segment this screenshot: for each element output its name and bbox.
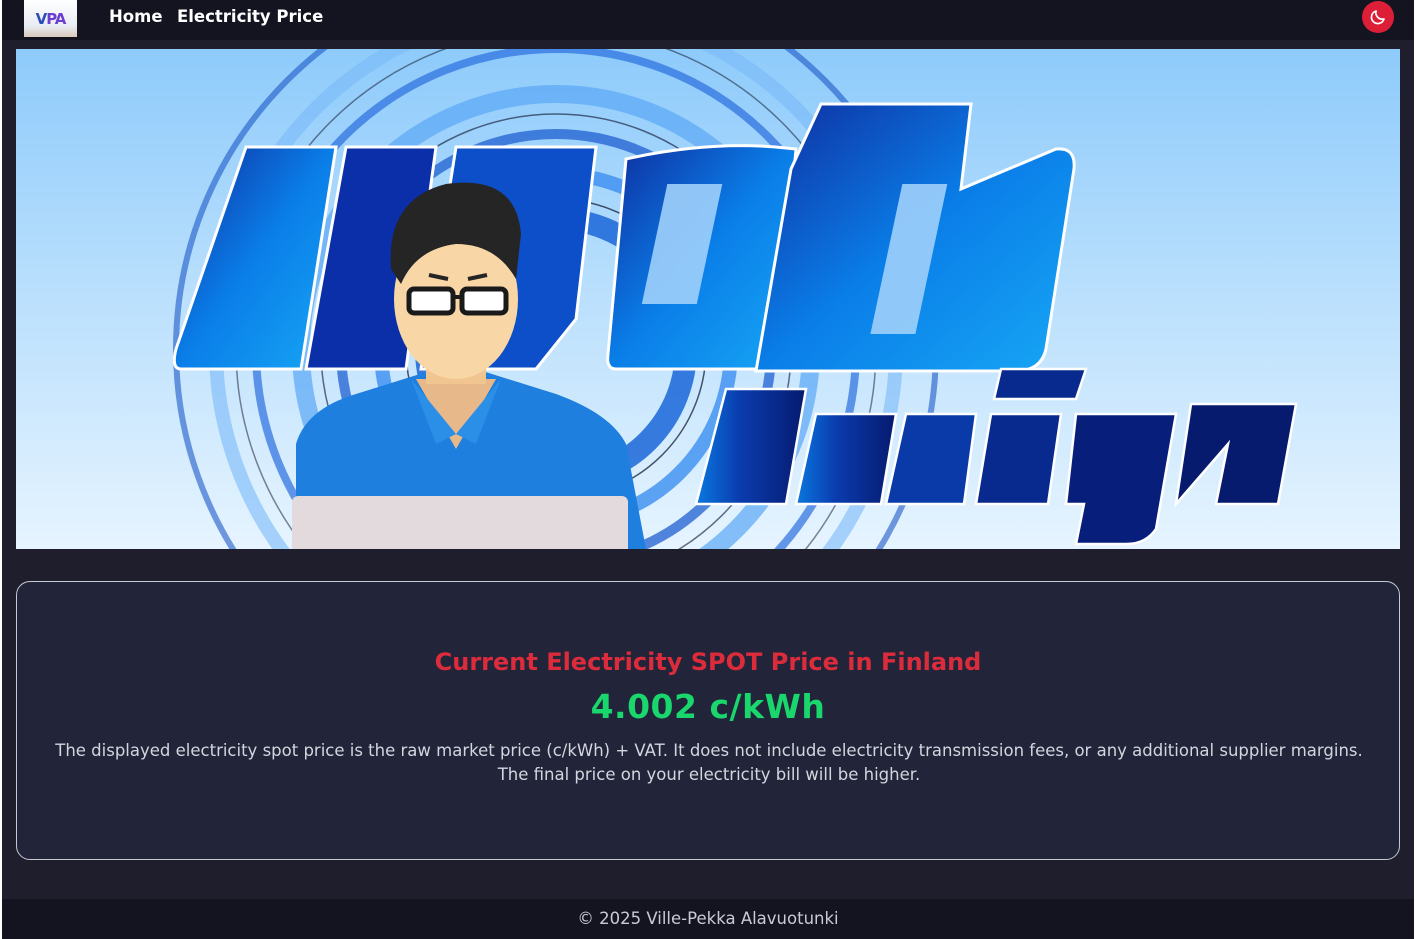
- web-design-illustration: [16, 49, 1400, 549]
- nav-electricity-price-link[interactable]: Electricity Price: [177, 7, 323, 27]
- footer-copyright: © 2025 Ville-Pekka Alavuotunki: [577, 909, 839, 928]
- logo-text: VPA: [35, 9, 67, 28]
- site-logo[interactable]: VPA: [24, 0, 77, 37]
- price-disclaimer: The displayed electricity spot price is …: [55, 741, 1363, 784]
- hero-banner-image: [16, 49, 1400, 549]
- footer: © 2025 Ville-Pekka Alavuotunki: [2, 899, 1414, 939]
- electricity-price-card: Current Electricity SPOT Price in Finlan…: [16, 581, 1400, 860]
- navbar: VPA Home Electricity Price: [2, 0, 1414, 40]
- spot-price-value: 4.002 c/kWh: [590, 687, 826, 726]
- theme-toggle-button[interactable]: [1362, 1, 1394, 33]
- price-card-title: Current Electricity SPOT Price in Finlan…: [434, 648, 982, 676]
- page-frame: VPA Home Electricity Price Current Elect…: [2, 0, 1414, 939]
- nav-home-link[interactable]: Home: [109, 7, 163, 27]
- moon-icon: [1370, 10, 1385, 25]
